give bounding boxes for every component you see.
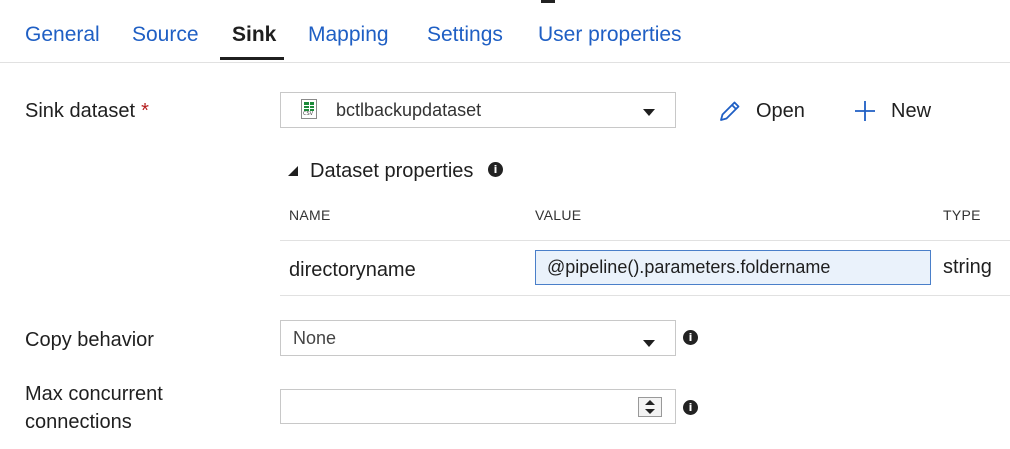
column-header-type: TYPE bbox=[943, 207, 981, 223]
max-connections-label-line1: Max concurrent bbox=[25, 383, 163, 405]
active-tab-indicator bbox=[220, 57, 284, 60]
dataset-properties-title: Dataset properties bbox=[310, 160, 474, 182]
max-connections-info-icon[interactable]: i bbox=[683, 400, 698, 415]
property-type: string bbox=[943, 256, 992, 278]
property-value-input[interactable]: @pipeline().parameters.foldername bbox=[535, 250, 931, 285]
new-button-label: New bbox=[891, 100, 932, 122]
tab-sink[interactable]: Sink bbox=[232, 20, 276, 50]
dataset-properties-info-icon[interactable]: i bbox=[488, 162, 503, 177]
csv-file-icon: CSV bbox=[301, 99, 317, 119]
sink-dataset-selected: bctlbackupdataset bbox=[336, 100, 482, 120]
copy-behavior-dropdown[interactable]: None bbox=[280, 320, 676, 356]
collapse-triangle-icon bbox=[288, 166, 298, 176]
tab-mapping[interactable]: Mapping bbox=[308, 20, 389, 50]
tab-general[interactable]: General bbox=[25, 20, 100, 50]
column-header-value: VALUE bbox=[535, 207, 582, 223]
copy-behavior-label: Copy behavior bbox=[25, 329, 154, 351]
max-connections-label-line2: connections bbox=[25, 411, 132, 433]
sink-dataset-dropdown[interactable]: CSV bctlbackupdataset bbox=[280, 92, 676, 128]
tab-settings[interactable]: Settings bbox=[427, 20, 503, 50]
required-indicator: * bbox=[141, 100, 149, 122]
chevron-down-icon bbox=[643, 340, 655, 347]
stepper-down-icon[interactable] bbox=[645, 409, 655, 414]
open-button-label: Open bbox=[756, 100, 805, 122]
sink-dataset-label-text: Sink dataset bbox=[25, 100, 136, 122]
copy-behavior-selected: None bbox=[293, 328, 337, 348]
pencil-icon bbox=[720, 101, 740, 121]
stepper-up-icon[interactable] bbox=[645, 400, 655, 405]
tab-user-properties[interactable]: User properties bbox=[538, 20, 682, 50]
table-header-divider bbox=[280, 240, 1010, 241]
chevron-down-icon bbox=[643, 109, 655, 116]
property-name: directoryname bbox=[289, 259, 416, 281]
plus-icon bbox=[855, 101, 875, 121]
column-header-name: NAME bbox=[289, 207, 331, 223]
number-stepper[interactable] bbox=[638, 397, 662, 417]
tab-source[interactable]: Source bbox=[132, 20, 199, 50]
table-row-divider bbox=[280, 295, 1010, 296]
tab-bar: General Source Sink Mapping Settings Use… bbox=[0, 0, 1010, 63]
csv-icon-text: CSV bbox=[303, 111, 314, 117]
copy-behavior-info-icon[interactable]: i bbox=[683, 330, 698, 345]
sink-dataset-label: Sink dataset * bbox=[25, 97, 149, 125]
max-connections-input[interactable] bbox=[280, 389, 676, 424]
